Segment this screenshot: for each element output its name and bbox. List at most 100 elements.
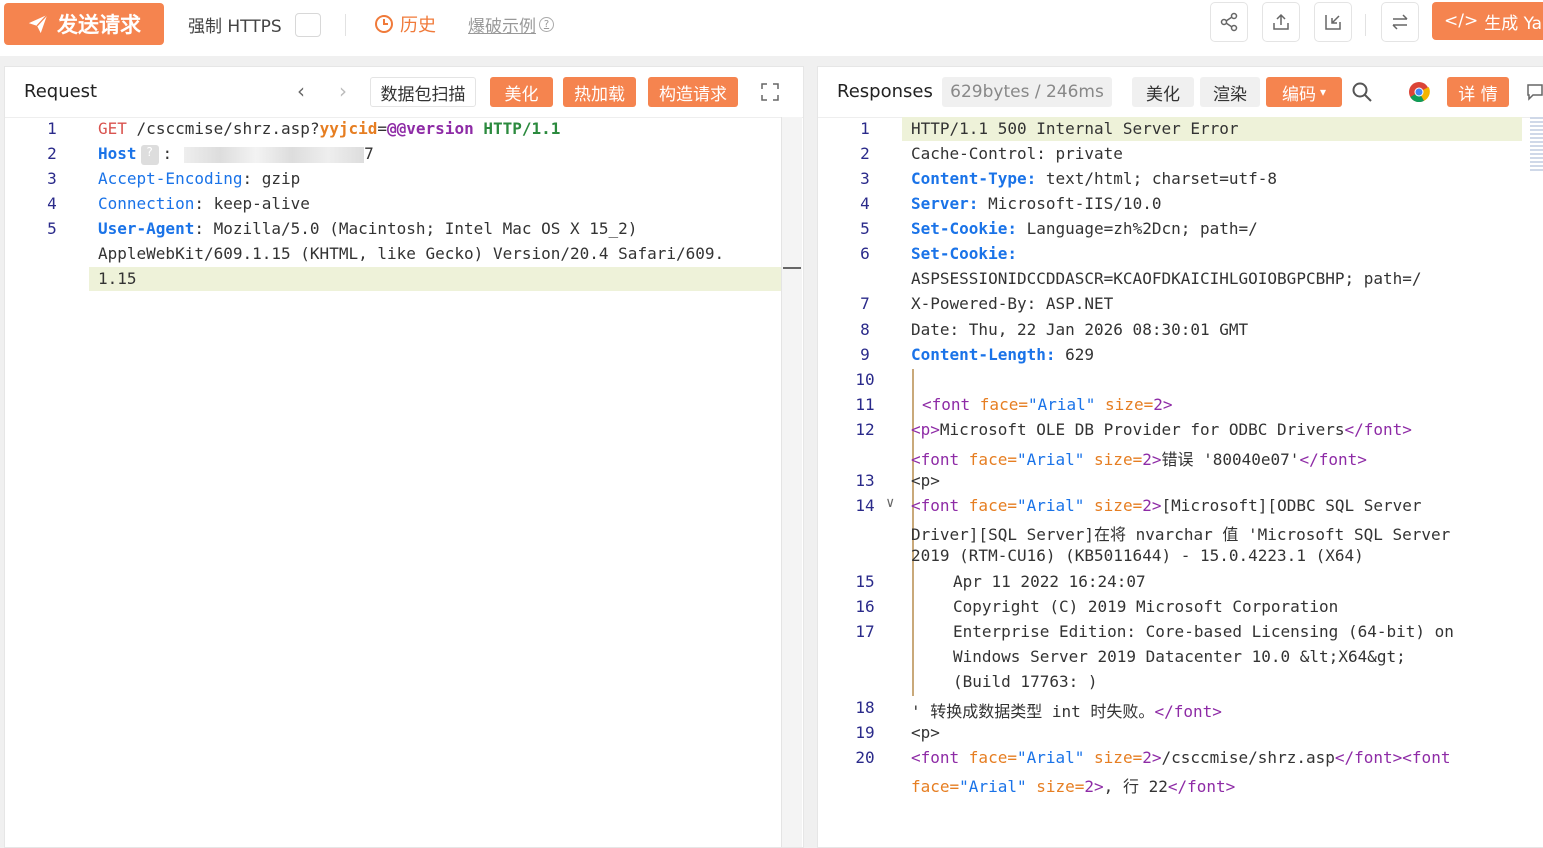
request-path: /csccmise/shrz.asp? [136,119,320,138]
host-hint-badge: ? [140,144,159,165]
request-editor[interactable]: 1 2 3 4 5 GET /csccmise/shrz.asp?yyjcid=… [5,117,803,847]
history-button[interactable]: 历史 [374,11,436,37]
line-number: 15 [855,572,875,591]
send-icon [28,14,48,34]
host-suffix: 7 [364,144,374,163]
body-line: <font face="Arial" size=2>/csccmise/shrz… [911,748,1460,767]
header-key: Content-Type: [911,169,1037,188]
header-line: Accept-Encoding: gzip [98,169,300,188]
query-param: yyjcid [319,119,378,138]
hotload-button[interactable]: 热加载 [563,77,636,107]
fullscreen-icon[interactable] [761,83,779,101]
chrome-icon[interactable] [1408,81,1430,103]
comment-icon[interactable] [1526,83,1543,101]
import-button[interactable] [1314,2,1352,42]
brute-example-link[interactable]: 爆破示例 ? [468,12,554,37]
minimap[interactable] [1530,117,1543,173]
status-line: HTTP/1.1 500 Internal Server Error [911,119,1239,138]
swap-button[interactable] [1381,2,1419,42]
clock-icon [375,15,393,33]
line-number: 20 [855,748,875,767]
body-text: Microsoft OLE DB Provider for ODBC Drive… [939,420,1345,439]
hotload-label: 热加载 [574,84,625,105]
body-line-wrap: (Build 17763: ) [953,672,1098,691]
response-viewer[interactable]: 1 2 3 4 5 6 7 8 9 10 11 12 13 14 ∨ 15 16… [818,117,1543,847]
body-line: Enterprise Edition: Core-based Licensing… [953,622,1464,641]
details-button[interactable]: 详 情 [1447,77,1509,107]
send-request-button[interactable]: 发送请求 [4,3,164,45]
header-line: Connection: keep-alive [98,194,310,213]
render-button[interactable]: 渲染 [1200,77,1260,107]
response-stats-text: 629bytes / 246ms [950,82,1104,102]
body-line-wrap: face="Arial" size=2>, 行 22</font> [911,773,1235,797]
body-line-wrap: Driver][SQL Server]在将 nvarchar 值 'Micros… [911,525,1460,544]
header-line: Cache-Control: private [911,144,1123,163]
line-number: 1 [860,119,870,138]
import-icon [1325,15,1341,30]
html-tag: <font [911,496,969,515]
header-line: X-Powered-By: ASP.NET [911,294,1114,313]
body-line: Copyright (C) 2019 Microsoft Corporation [953,597,1339,616]
build-request-label: 构造请求 [659,84,727,105]
equals-sign: = [377,119,388,138]
body-line: <font face="Arial" size=2>[Microsoft][OD… [911,496,1431,515]
line-number: 5 [860,219,870,238]
build-request-button[interactable]: 构造请求 [648,77,738,107]
html-tag: 2> [1153,395,1173,414]
chevron-left-icon[interactable]: ‹ [297,79,305,103]
html-attr-value: "Arial" [1016,496,1085,515]
line-number: 7 [860,294,870,313]
line-number: 4 [47,194,57,213]
line-number: 11 [855,395,875,414]
brute-example-label: 爆破示例 [468,17,536,37]
line-number: 3 [860,169,870,188]
header-line-wrap: ASPSESSIONIDCCDDASCR=KCAOFDKAICIHLGOIOBG… [911,269,1422,288]
export-button[interactable] [1262,2,1300,42]
editor-scrollbar[interactable] [781,117,802,847]
body-line: <p> [911,471,940,490]
history-label: 历史 [400,15,436,36]
code-icon: </> [1444,11,1479,31]
packet-scan-button[interactable]: 数据包扫描 [370,77,476,107]
body-text: /csccmise/shrz.asp [1161,748,1335,767]
encoding-dropdown[interactable]: 编码 ▾ [1266,77,1342,107]
share-button[interactable] [1210,2,1248,42]
packet-scan-label: 数据包扫描 [380,84,466,105]
html-tag: <font [922,395,980,414]
header-key: Host [98,144,137,163]
body-line: <font face="Arial" size=2> [922,395,1172,414]
html-tag: </font> [1299,450,1367,469]
search-icon[interactable] [1351,81,1373,103]
response-beautify-button[interactable]: 美化 [1132,77,1194,107]
html-attr: face= [911,777,960,796]
beautify-label: 美化 [504,84,539,105]
header-value: : keep-alive [194,194,310,213]
send-request-label: 发送请求 [57,13,141,37]
header-value: : gzip [242,169,301,188]
fold-chevron-icon[interactable]: ∨ [886,495,894,511]
beautify-button[interactable]: 美化 [490,77,553,107]
chevron-right-icon[interactable]: › [339,79,347,103]
help-icon: ? [539,17,554,32]
html-tag: 2> [1142,748,1162,767]
swap-icon [1392,14,1408,30]
body-line-wrap: <font face="Arial" size=2>错误 '80040e07'<… [911,446,1367,470]
header-key: Accept-Encoding [98,169,243,188]
response-title: Responses [837,81,933,102]
current-line-highlight [89,267,781,291]
line-number: 16 [855,597,875,616]
force-https-checkbox[interactable] [295,13,321,37]
html-tag: 2> [1142,450,1162,469]
request-header: Request ‹ › 数据包扫描 美化 热加载 构造请求 [5,67,803,118]
header-key: Set-Cookie: [911,244,1017,263]
line-number: 12 [855,420,875,439]
html-attr: face= [968,748,1017,767]
header-value: text/html; charset=utf-8 [1036,169,1278,188]
html-tag: </font> [1167,777,1236,796]
header-line-wrap: AppleWebKit/609.1.15 (KHTML, like Gecko)… [98,244,725,263]
generate-yaml-button[interactable]: </> 生成 Yar [1432,2,1543,40]
request-title: Request [24,81,98,102]
force-https-label: 强制 HTTPS [188,17,282,37]
upload-icon [1273,13,1289,30]
line-number: 13 [855,471,875,490]
